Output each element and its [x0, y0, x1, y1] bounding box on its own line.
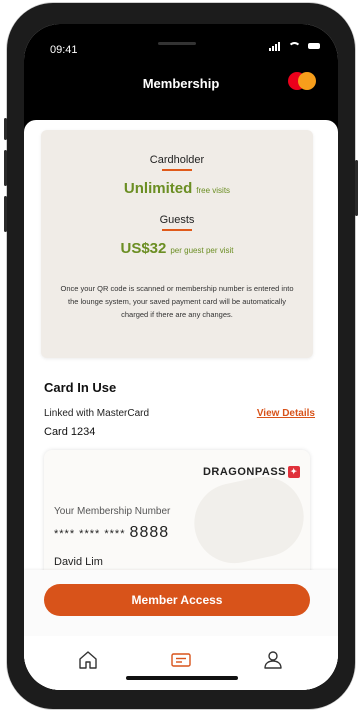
cardholder-benefit: Unlimited free visits	[41, 180, 313, 197]
member-access-button[interactable]: Member Access	[44, 584, 310, 616]
screen: 09:41 Membership Cardholder Unlimited fre…	[24, 24, 338, 690]
membership-number-label: Your Membership Number	[54, 506, 171, 517]
side-button	[4, 196, 7, 232]
cardholder-value: Unlimited	[123, 180, 193, 197]
home-icon	[79, 651, 97, 669]
dragonpass-icon: ✦	[288, 466, 300, 479]
card-label: Card 1234	[44, 426, 96, 438]
tab-bar	[24, 636, 338, 690]
battery-icon	[308, 42, 320, 49]
status-icons	[269, 40, 320, 51]
masked-digits: **** **** ****	[54, 528, 126, 540]
wifi-icon	[288, 41, 302, 50]
main-content: Cardholder Unlimited free visits Guests U…	[24, 120, 338, 690]
dragonpass-logo: DRAGONPASS ✦	[202, 466, 300, 479]
brand-name: DRAGONPASS	[202, 466, 286, 478]
guests-value: US$32	[120, 240, 167, 257]
guests-label: Guests	[159, 214, 195, 226]
side-button	[4, 118, 7, 140]
home-indicator	[126, 676, 238, 680]
bottom-panel: Member Access	[24, 570, 338, 690]
guests-fee: US$32 per guest per visit	[41, 240, 313, 257]
cardholder-label: Cardholder	[149, 154, 205, 166]
notch-indicator	[158, 42, 196, 45]
guests-suffix: per guest per visit	[170, 246, 234, 255]
card-icon	[171, 653, 191, 667]
divider	[162, 229, 192, 231]
membership-number: **** **** **** 8888	[54, 524, 169, 542]
divider	[162, 169, 192, 171]
side-button	[355, 160, 358, 216]
linked-card-text: Linked with MasterCard	[44, 408, 150, 419]
card-in-use-title: Card In Use	[44, 380, 117, 395]
tab-membership[interactable]	[169, 648, 193, 672]
cardholder-suffix: free visits	[196, 186, 231, 195]
charge-description: Once your QR code is scanned or membersh…	[60, 284, 294, 319]
signal-icon	[269, 40, 281, 51]
user-icon	[264, 651, 282, 669]
mastercard-logo-icon	[288, 72, 316, 90]
side-button	[4, 150, 7, 186]
holder-name: David Lim	[54, 556, 103, 568]
membership-info-card: Cardholder Unlimited free visits Guests U…	[41, 130, 313, 358]
view-details-link[interactable]: View Details	[257, 408, 315, 419]
tab-profile[interactable]	[261, 648, 285, 672]
card-watermark	[186, 469, 310, 571]
last-digits: 8888	[129, 524, 170, 541]
tab-home[interactable]	[76, 648, 100, 672]
status-time: 09:41	[50, 44, 78, 56]
